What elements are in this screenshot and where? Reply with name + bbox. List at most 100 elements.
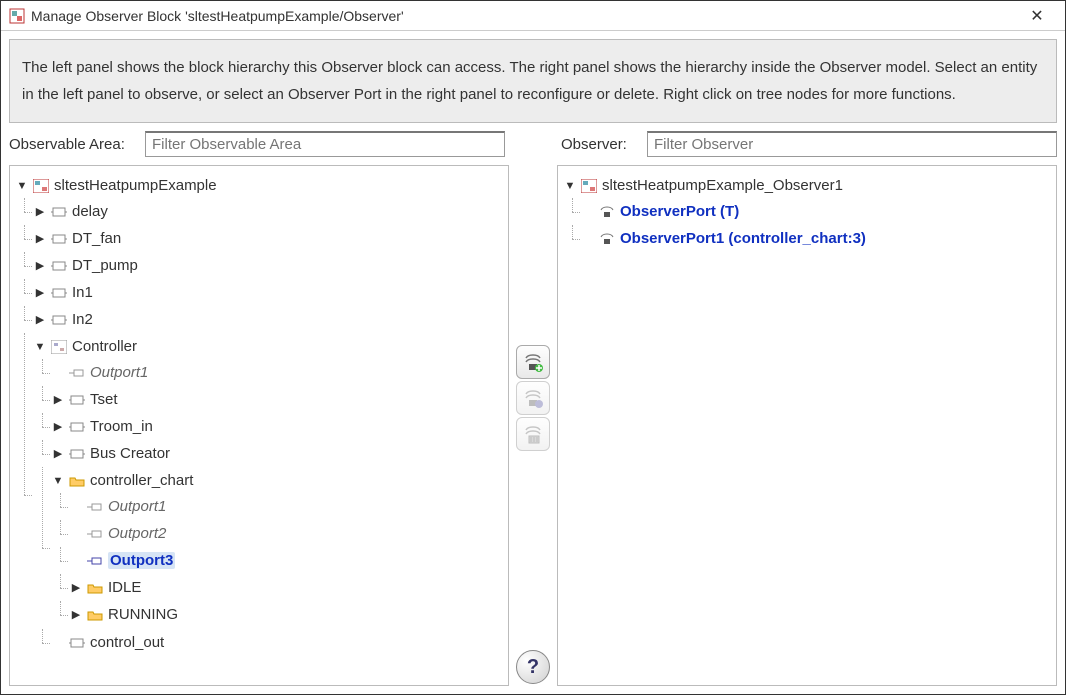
tree-item-cc-outport3[interactable]: ·Outport3 [70,548,506,573]
tree-label: ObserverPort (T) [620,203,739,220]
tree-label: DT_fan [72,230,121,247]
model-icon [580,178,598,194]
tree-item-cc-outport2[interactable]: ·Outport2 [70,521,506,546]
block-icon [50,204,68,220]
tree-label: Controller [72,338,137,355]
expand-icon[interactable]: ▶ [70,608,82,621]
observer-port-item[interactable]: ·ObserverPort1 (controller_chart:3) [582,226,1054,251]
tree-label: In1 [72,284,93,301]
observer-tree[interactable]: ▼ sltestHeatpumpExample_Observer1 ·Obser… [558,166,1056,685]
block-icon [68,446,86,462]
titlebar: Manage Observer Block 'sltestHeatpumpExa… [1,1,1065,31]
expand-icon[interactable]: ▶ [52,393,64,406]
observer-label: Observer: [561,136,641,153]
block-icon [50,231,68,247]
tree-label: IDLE [108,579,141,596]
tree-label: delay [72,203,108,220]
tree-label: Tset [90,391,118,408]
tree-label: Outport1 [108,498,166,515]
tree-label: Outport1 [90,364,148,381]
expand-icon[interactable]: ▶ [34,313,46,326]
tree-label: sltestHeatpumpExample_Observer1 [602,177,843,194]
tree-label: ObserverPort1 (controller_chart:3) [620,230,866,247]
tree-item-in1[interactable]: ▶ In1 [34,280,506,305]
observer-port-icon [598,231,616,247]
block-icon [50,312,68,328]
help-label: ? [527,656,539,679]
folder-icon [86,607,104,623]
app-icon [9,8,25,24]
folder-icon [86,580,104,596]
outport-icon [86,553,104,569]
tree-item-troom-in[interactable]: ▶ Troom_in [52,414,506,439]
outport-icon [86,499,104,515]
right-filter-col: Observer: [513,131,1057,157]
expand-icon[interactable]: ▶ [34,286,46,299]
observer-port-icon [598,204,616,220]
expand-icon[interactable]: ▼ [34,341,46,353]
tree-item-controller[interactable]: ▼ Controller [34,334,506,359]
tree-item-control-out[interactable]: ·control_out [52,630,506,655]
close-button[interactable]: ✕ [1017,6,1057,26]
tree-item-idle[interactable]: ▶ IDLE [70,575,506,600]
left-filter-col: Observable Area: [9,131,505,157]
content-area: The left panel shows the block hierarchy… [1,31,1065,694]
observer-port-item[interactable]: ·ObserverPort (T) [582,199,1054,224]
filter-observable-input[interactable] [145,131,505,157]
expand-icon[interactable]: ▼ [16,180,28,192]
add-observer-button[interactable] [516,345,550,379]
window-title: Manage Observer Block 'sltestHeatpumpExa… [31,8,404,24]
tree-label: control_out [90,634,164,651]
observable-tree-panel: ▼ sltestHeatpumpExample ▶ delay ▶ DT_fan ▶… [9,165,509,686]
info-box: The left panel shows the block hierarchy… [9,39,1057,123]
delete-observer-button[interactable] [516,417,550,451]
block-icon [68,635,86,651]
folder-icon [68,473,86,489]
reconfigure-observer-button[interactable] [516,381,550,415]
dialog-window: Manage Observer Block 'sltestHeatpumpExa… [0,0,1066,695]
expand-icon[interactable]: ▶ [52,420,64,433]
tree-item-cc-outport1[interactable]: ·Outport1 [70,494,506,519]
observable-area-label: Observable Area: [9,136,139,153]
tree-item-tset[interactable]: ▶ Tset [52,387,506,412]
tree-label: Outport2 [108,525,166,542]
expand-icon[interactable]: ▶ [52,447,64,460]
tree-root-left[interactable]: ▼ sltestHeatpumpExample [16,173,506,198]
block-icon [68,392,86,408]
tree-root-right[interactable]: ▼ sltestHeatpumpExample_Observer1 [564,173,1054,198]
expand-icon[interactable]: ▼ [52,475,64,487]
tree-item-running[interactable]: ▶ RUNNING [70,602,506,627]
observer-tree-panel: ▼ sltestHeatpumpExample_Observer1 ·Obser… [557,165,1057,686]
subsystem-icon [50,339,68,355]
expand-icon[interactable]: ▶ [34,232,46,245]
filter-observer-input[interactable] [647,131,1057,157]
tree-item-in2[interactable]: ▶ In2 [34,307,506,332]
observable-tree[interactable]: ▼ sltestHeatpumpExample ▶ delay ▶ DT_fan ▶… [10,166,508,685]
help-button[interactable]: ? [516,650,550,684]
tree-item-controller-chart[interactable]: ▼ controller_chart [52,468,506,493]
tree-label: sltestHeatpumpExample [54,177,217,194]
tree-item-outport1[interactable]: ·Outport1 [52,360,506,385]
expand-icon[interactable]: ▶ [70,581,82,594]
expand-icon[interactable]: ▶ [34,259,46,272]
tree-item-dt-fan[interactable]: ▶ DT_fan [34,226,506,251]
tree-label-selected: Outport3 [108,552,175,569]
expand-icon[interactable]: ▶ [34,205,46,218]
tree-item-dt-pump[interactable]: ▶ DT_pump [34,253,506,278]
tree-label: controller_chart [90,472,193,489]
model-icon [32,178,50,194]
filters-row: Observable Area: Observer: [9,131,1057,157]
outport-icon [86,526,104,542]
tree-label: Troom_in [90,418,153,435]
tree-item-bus-creator[interactable]: ▶ Bus Creator [52,441,506,466]
middle-button-column: ? [509,165,557,686]
tree-label: RUNNING [108,606,178,623]
tree-label: DT_pump [72,257,138,274]
expand-icon[interactable]: ▼ [564,180,576,192]
block-icon [68,419,86,435]
tree-item-delay[interactable]: ▶ delay [34,199,506,224]
block-icon [50,285,68,301]
outport-icon [68,365,86,381]
tree-label: Bus Creator [90,445,170,462]
tree-label: In2 [72,311,93,328]
